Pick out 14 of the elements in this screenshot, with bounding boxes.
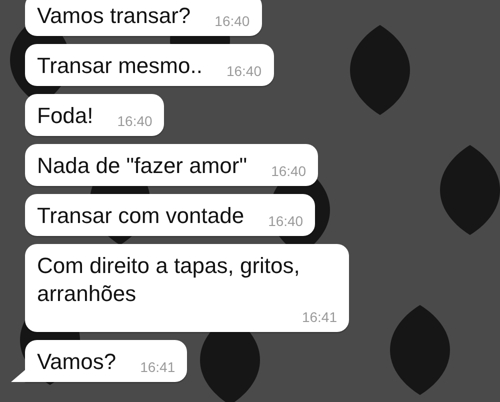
- message-time: 16:41: [300, 308, 337, 326]
- message-text: Transar com vontade: [37, 202, 244, 230]
- message-time: 16:40: [267, 212, 304, 230]
- message-text: Transar mesmo..: [37, 52, 202, 80]
- message-time: 16:40: [270, 162, 306, 180]
- message-text: Com direito a tapas, gritos, arranhões: [37, 252, 301, 308]
- message-time: 16:41: [139, 358, 176, 376]
- message-time: 16:40: [225, 62, 262, 80]
- message-text: Vamos transar?: [37, 2, 191, 30]
- message-time: 16:40: [214, 12, 250, 30]
- message-time: 16:40: [116, 112, 152, 130]
- message-text: Nada de "fazer amor": [37, 152, 248, 180]
- message-text: Vamos?: [37, 348, 116, 376]
- message-text: Foda!: [37, 102, 94, 130]
